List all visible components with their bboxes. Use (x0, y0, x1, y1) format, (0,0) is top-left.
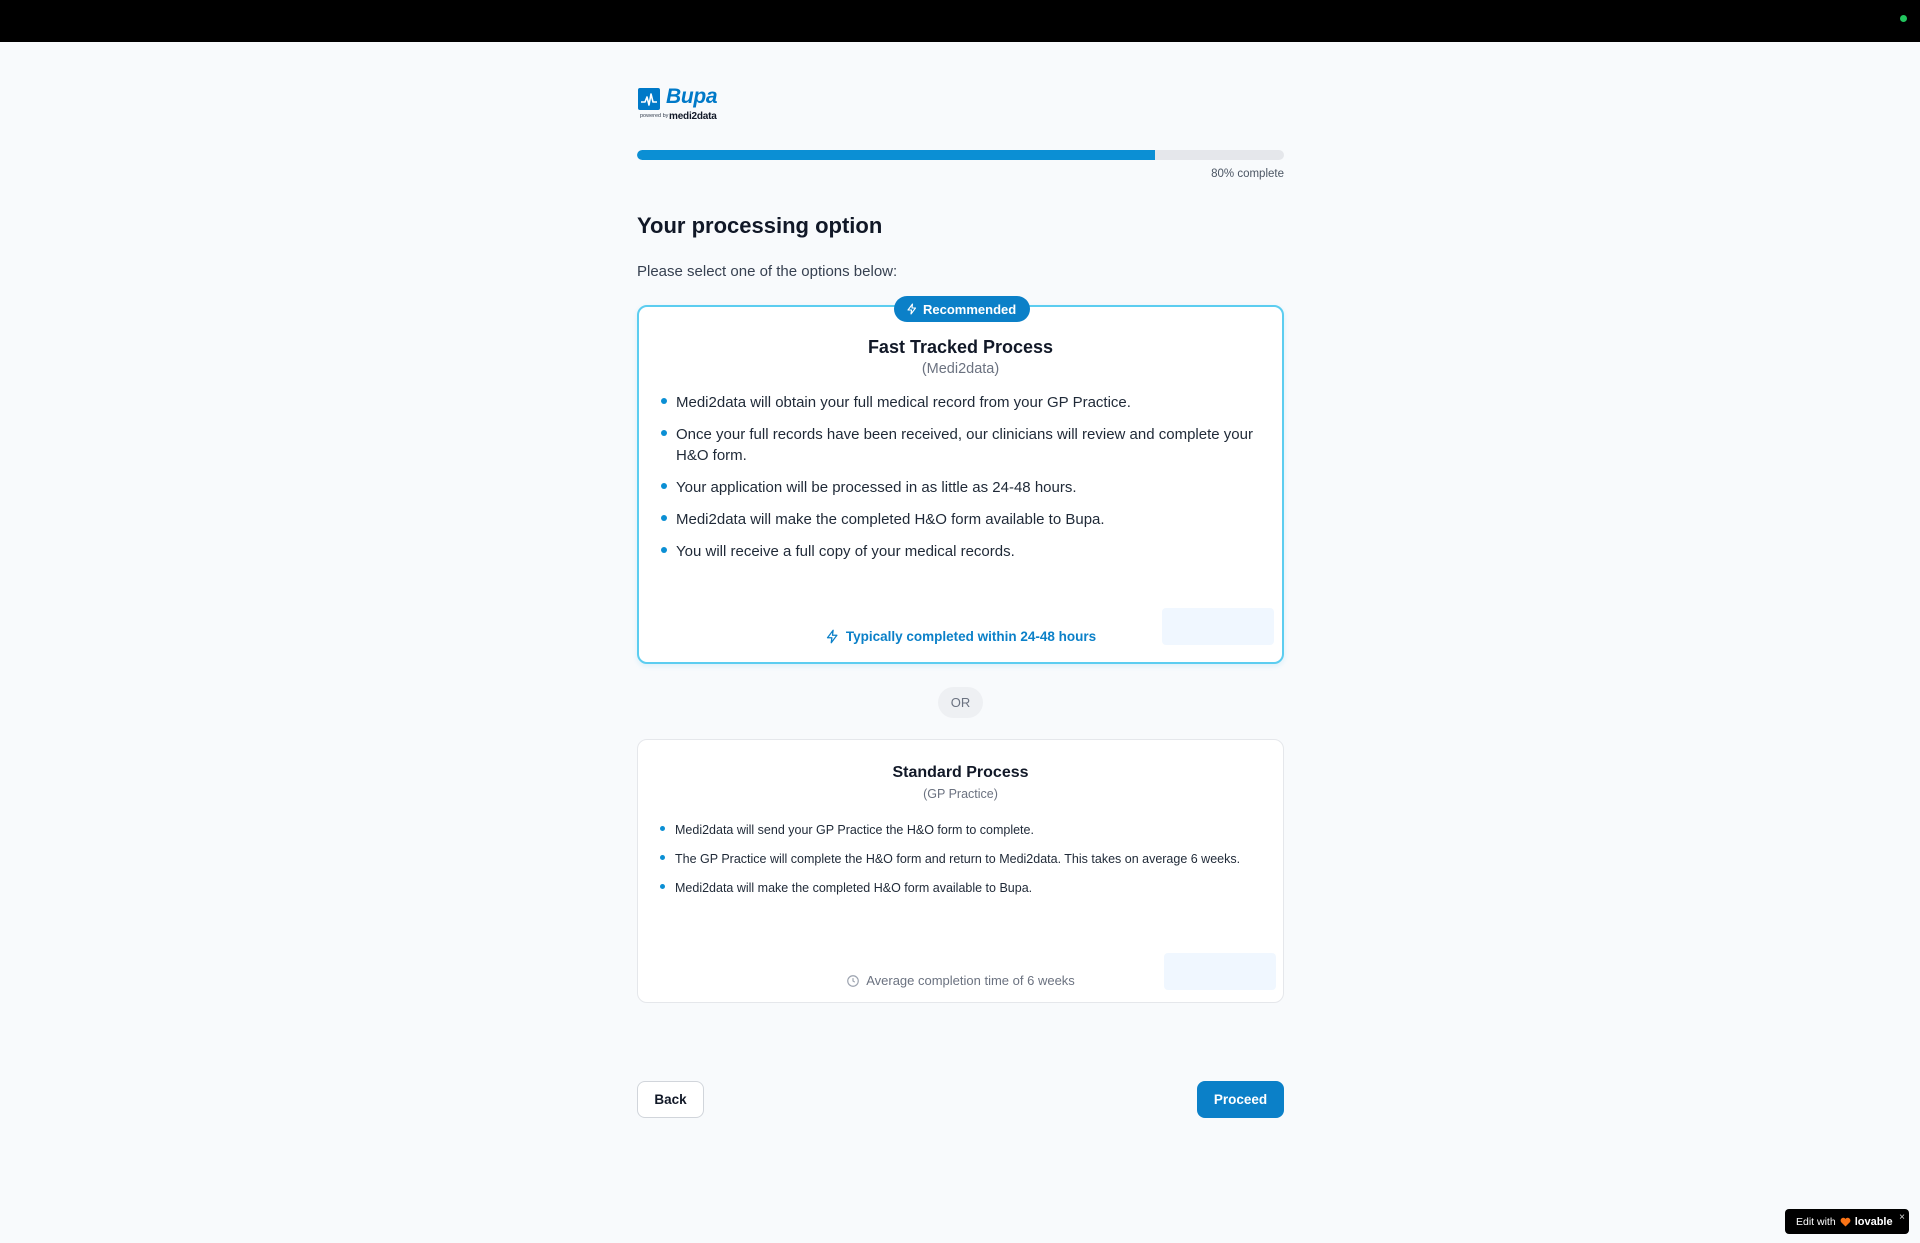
bullet-icon (661, 547, 667, 553)
lightning-icon (907, 303, 917, 315)
partner-name: medi2data (669, 111, 717, 122)
fast-track-title: Fast Tracked Process (867, 337, 1054, 357)
list-item: Medi2data will make the completed H&O fo… (660, 879, 1261, 897)
list-item: You will receive a full copy of your med… (661, 541, 1260, 562)
lovable-prefix: Edit with (1796, 1215, 1836, 1228)
list-item: Your application will be processed in as… (661, 477, 1260, 498)
fast-track-option-card[interactable]: Recommended Fast Tracked Process (Medi2d… (637, 296, 1284, 664)
list-item: Medi2data will obtain your full medical … (661, 392, 1260, 413)
faint-highlight (1164, 953, 1276, 990)
recommended-badge-label: Recommended (923, 301, 1017, 317)
status-dot (1900, 15, 1907, 22)
edit-with-lovable-badge[interactable]: Edit with lovable × (1785, 1209, 1909, 1234)
or-separator: OR (938, 687, 983, 718)
heart-icon (1840, 1217, 1851, 1227)
close-icon[interactable]: × (1899, 1212, 1905, 1223)
fast-track-timing-text: Typically completed within 24-48 hours (845, 629, 1097, 644)
standard-title: Standard Process (892, 764, 1029, 781)
bullet-icon (660, 884, 665, 889)
bupa-heartbeat-icon (638, 88, 660, 110)
bullet-icon (660, 826, 665, 831)
top-bar (0, 0, 1920, 42)
faint-highlight (1162, 608, 1274, 645)
recommended-badge: Recommended (894, 296, 1030, 322)
powered-by-text: powered by (640, 113, 669, 119)
progress-label: 80% complete (1211, 168, 1284, 180)
back-button[interactable]: Back (637, 1081, 704, 1118)
bullet-icon (661, 483, 667, 489)
progress-fill (637, 150, 1155, 160)
bullet-icon (660, 855, 665, 860)
list-item: Medi2data will make the completed H&O fo… (661, 509, 1260, 530)
instructions-text: Please select one of the options below: (637, 263, 898, 280)
standard-option-card[interactable]: Standard Process (GP Practice) Medi2data… (637, 739, 1284, 1003)
clock-icon (847, 974, 860, 987)
lightning-icon (826, 629, 838, 644)
lovable-brand: lovable (1854, 1215, 1893, 1228)
fast-track-subtitle: (Medi2data) (921, 361, 1000, 377)
proceed-button[interactable]: Proceed (1197, 1081, 1284, 1118)
list-item: Medi2data will send your GP Practice the… (660, 821, 1261, 839)
standard-subtitle: (GP Practice) (923, 787, 998, 801)
bullet-icon (661, 398, 667, 404)
bupa-logo: Bupa powered by medi2data (638, 85, 728, 127)
standard-timing-text: Average completion time of 6 weeks (866, 973, 1075, 988)
bullet-icon (661, 430, 667, 436)
brand-name: Bupa (666, 85, 718, 108)
list-item: Once your full records have been receive… (661, 424, 1260, 466)
page-title: Your processing option (637, 213, 883, 238)
bullet-icon (661, 515, 667, 521)
fast-track-feature-list: Medi2data will obtain your full medical … (661, 392, 1260, 573)
list-item: The GP Practice will complete the H&O fo… (660, 850, 1261, 868)
standard-feature-list: Medi2data will send your GP Practice the… (660, 821, 1261, 908)
progress-bar (637, 150, 1284, 160)
